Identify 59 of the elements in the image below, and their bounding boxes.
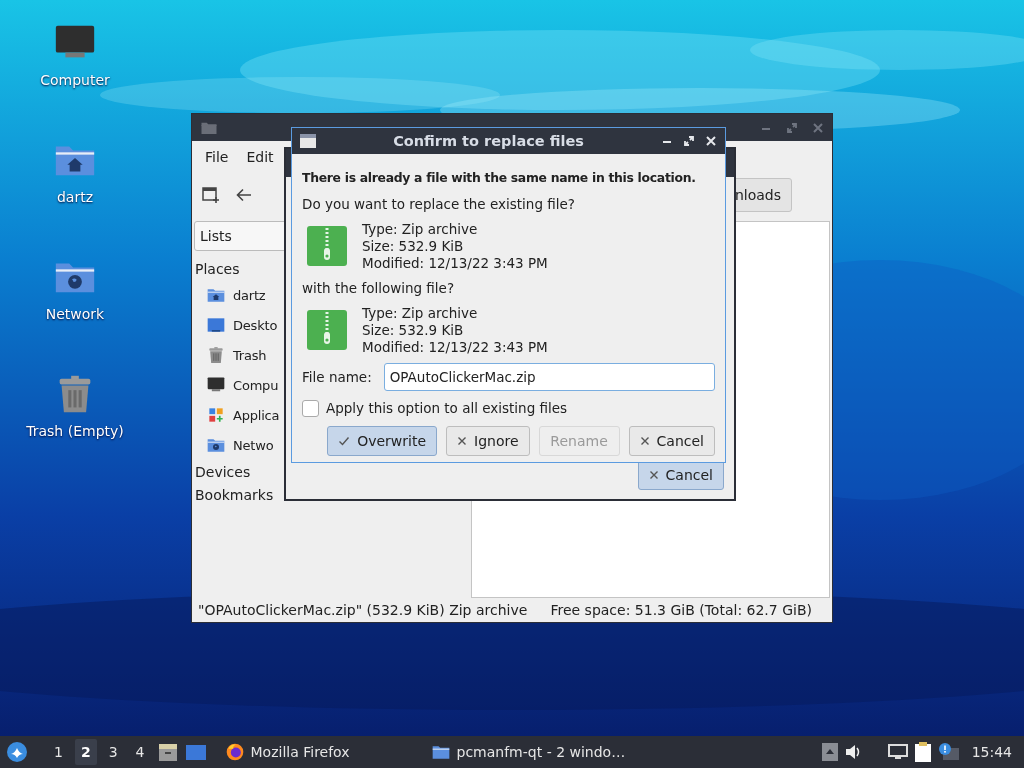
workspace-button[interactable]: 2 <box>74 739 97 765</box>
task-button[interactable]: Mozilla Firefox <box>220 737 421 767</box>
menu-item[interactable]: File <box>196 149 238 165</box>
checkbox[interactable] <box>302 399 319 417</box>
file-type: Type: Zip archive <box>362 304 479 322</box>
desktop-icon-label[interactable]: dartz <box>56 189 94 205</box>
place-item[interactable]: Compu <box>233 377 279 393</box>
file-modified: Modified: 12/13/22 3:43 PM <box>362 254 548 272</box>
status-text: "OPAutoClickerMac.zip" (532.9 KiB) Zip archive <box>198 602 528 618</box>
desktop-icon <box>206 315 226 335</box>
place-item[interactable]: Applica <box>233 407 280 423</box>
zip-archive-icon <box>307 310 347 350</box>
close-icon <box>457 436 468 446</box>
close-icon <box>648 470 659 480</box>
dialog-title: Confirm to replace files <box>392 133 585 149</box>
file-name-field[interactable]: OPAutoClickerMac.zip <box>383 363 715 391</box>
free-space-text: Free space: 51.3 GiB (Total: 62.7 GiB) <box>550 602 812 618</box>
file-size: Size: 532.9 KiB <box>362 321 465 339</box>
field-label: File name: <box>302 369 372 385</box>
new-tab-icon[interactable] <box>202 186 220 204</box>
speaker-icon[interactable] <box>843 743 862 761</box>
network-icon[interactable] <box>887 743 908 761</box>
back-arrow-icon[interactable] <box>236 188 252 202</box>
desktop-icon-label[interactable]: Trash (Empty) <box>26 423 124 439</box>
clock[interactable]: 15:44 <box>965 744 1018 760</box>
section-heading[interactable]: Devices <box>195 463 251 480</box>
start-menu-icon[interactable] <box>6 741 28 763</box>
place-item[interactable]: dartz <box>233 287 266 303</box>
checkbox-label[interactable]: Apply this option to all existing files <box>326 400 568 416</box>
file-size: Size: 532.9 KiB <box>362 237 465 255</box>
file-cabinet-icon[interactable] <box>156 741 179 763</box>
desktop-icon-label[interactable]: Network <box>45 306 105 322</box>
question-text: with the following file? <box>302 280 455 296</box>
dialog-button[interactable]: Ignore <box>446 426 530 456</box>
file-type: Type: Zip archive <box>362 220 479 238</box>
workspace-button[interactable]: 4 <box>129 739 151 765</box>
menu-item[interactable]: Edit <box>237 149 283 165</box>
browser-icon <box>224 742 245 762</box>
clipboard-icon[interactable] <box>913 741 932 763</box>
place-item[interactable]: Netwo <box>233 437 274 453</box>
section-heading[interactable]: Bookmarks <box>195 486 274 503</box>
place-item[interactable]: Trash <box>233 347 267 363</box>
check-icon <box>338 435 351 447</box>
window-icon <box>300 134 316 148</box>
question-text: Do you want to replace the existing file? <box>302 196 575 212</box>
dialog-heading: There is already a file with the same name in this location. <box>302 168 697 187</box>
confirm-button[interactable]: Overwrite <box>327 426 438 456</box>
notification-icon[interactable] <box>937 742 960 762</box>
close-icon <box>639 436 650 446</box>
workspace-button[interactable]: 1 <box>48 739 69 765</box>
file-modified: Modified: 12/13/22 3:43 PM <box>362 338 548 356</box>
zip-archive-icon <box>307 226 347 266</box>
place-item[interactable]: Deskto <box>233 317 278 333</box>
section-heading[interactable]: Places <box>195 260 240 277</box>
dialog-button[interactable]: Cancel <box>628 426 715 456</box>
trash-icon <box>206 345 226 365</box>
applications-icon <box>206 405 226 425</box>
workspace-button[interactable]: 3 <box>102 739 124 765</box>
task-button[interactable]: pcmanfm-qt - 2 windo… <box>426 737 627 767</box>
